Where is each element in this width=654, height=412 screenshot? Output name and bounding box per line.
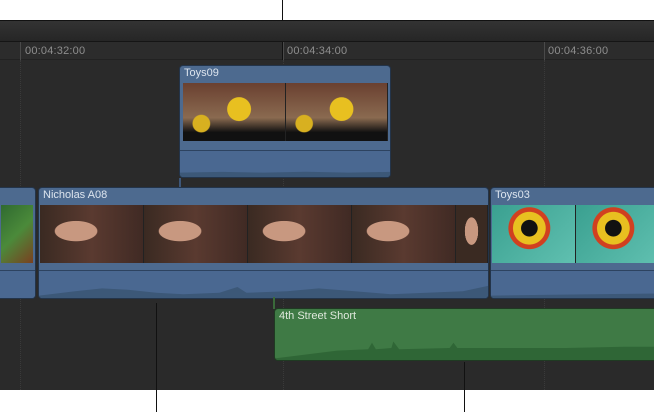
timeline-ruler[interactable]: 00:04:32:00 00:04:34:00 00:04:36:00 xyxy=(0,42,654,60)
audio-waveform xyxy=(275,335,654,360)
audio-waveform xyxy=(39,270,488,298)
timecode-label: 00:04:32:00 xyxy=(25,45,86,57)
timecode-label: 00:04:34:00 xyxy=(287,45,348,57)
connected-audio-clip-4th-street-short[interactable]: 4th Street Short xyxy=(274,308,654,361)
callout-line-connected-audio xyxy=(464,362,465,412)
audio-waveform xyxy=(180,150,390,177)
callout-line-audio xyxy=(156,303,157,412)
primary-clip-nicholas-a08[interactable]: Nicholas A08 xyxy=(38,187,489,299)
connection-line xyxy=(273,297,275,309)
filmstrip xyxy=(492,205,654,263)
timeline-toolbar xyxy=(0,20,654,42)
clip-title: 4th Street Short xyxy=(279,310,357,322)
ruler-tick xyxy=(20,42,21,60)
filmstrip xyxy=(183,83,388,141)
ruler-tick xyxy=(544,42,545,60)
primary-clip-toys03[interactable]: Toys03 xyxy=(490,187,654,299)
ruler-tick xyxy=(283,42,284,60)
audio-waveform xyxy=(491,270,654,298)
clip-title: Nicholas A08 xyxy=(43,189,108,201)
clip-title: Toys09 xyxy=(184,67,219,79)
callout-line-playhead xyxy=(282,0,283,22)
timecode-label: 00:04:36:00 xyxy=(548,45,609,57)
audio-waveform xyxy=(0,270,35,298)
timeline-area[interactable]: Toys09 Nicholas A08 Toys03 4th Street Sh… xyxy=(0,60,654,390)
playhead[interactable] xyxy=(282,42,283,62)
connected-clip-toys09[interactable]: Toys09 xyxy=(179,65,391,178)
primary-clip-previous[interactable] xyxy=(0,187,36,299)
clip-title: Toys03 xyxy=(495,189,530,201)
filmstrip xyxy=(40,205,488,263)
